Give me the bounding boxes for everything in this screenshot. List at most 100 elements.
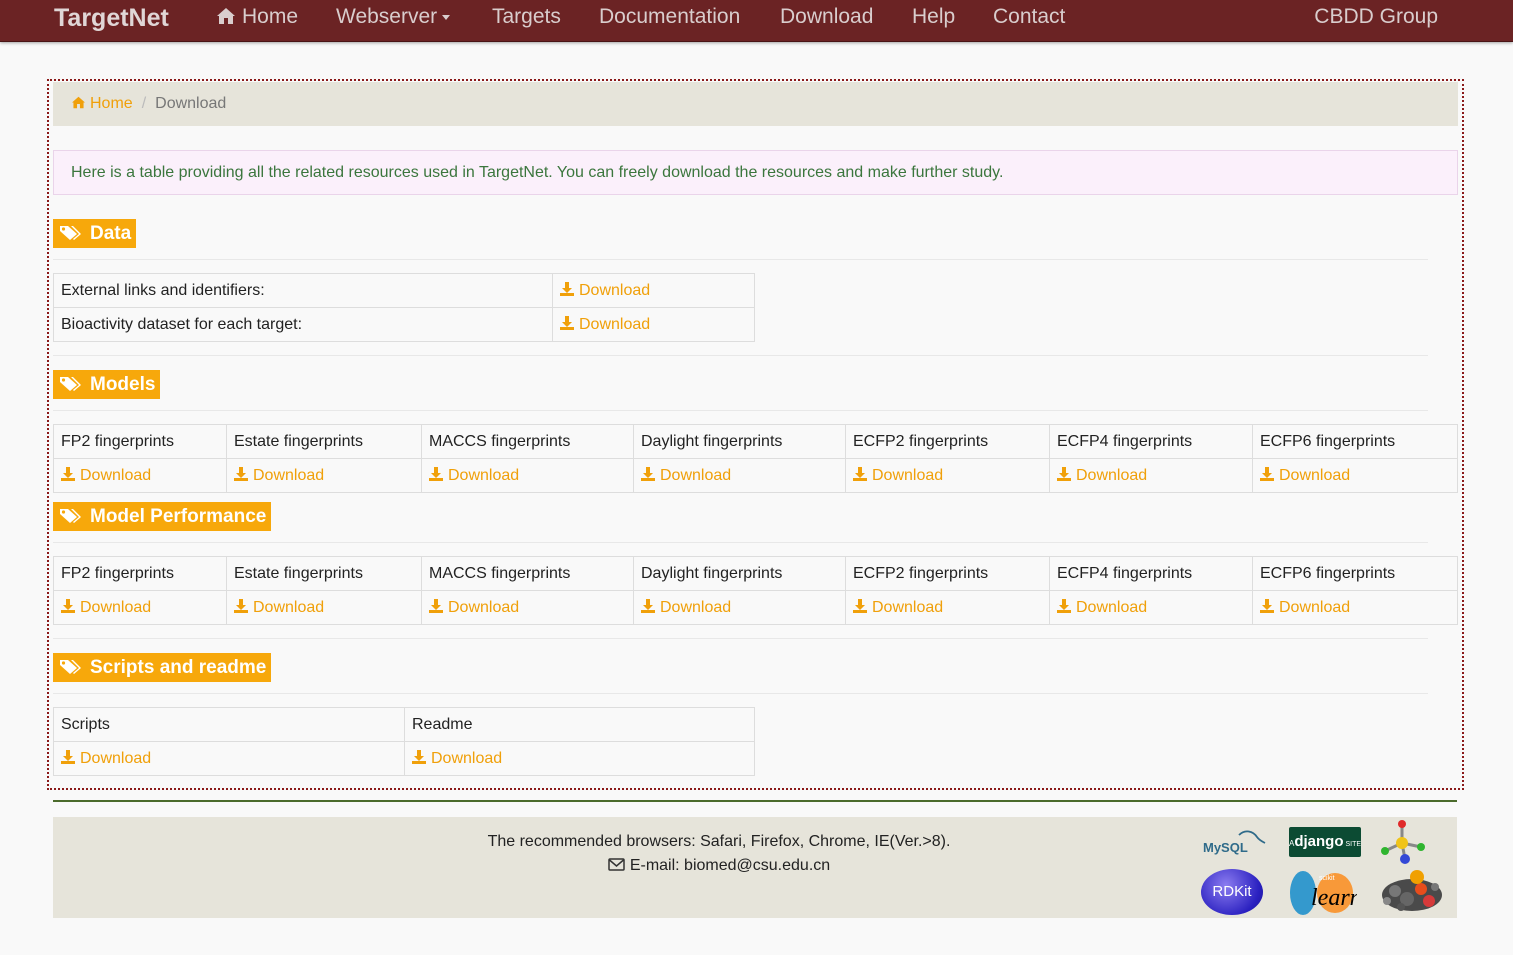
download-icon <box>560 281 574 296</box>
download-link[interactable]: Download <box>641 466 731 484</box>
table-cell: Download <box>633 590 846 625</box>
download-icon <box>641 466 655 481</box>
download-link[interactable]: Download <box>1260 598 1350 616</box>
download-icon <box>234 598 248 613</box>
download-label: Download <box>80 598 152 616</box>
table-row: Download Download <box>53 741 755 776</box>
nav-webserver[interactable]: Webserver <box>336 4 451 30</box>
download-link[interactable]: Download <box>1057 466 1148 484</box>
nav-download[interactable]: Download <box>780 4 873 30</box>
tags-icon <box>60 377 81 391</box>
download-link[interactable]: Download <box>61 598 152 616</box>
django-logo: Adjango SITE <box>1289 827 1361 857</box>
download-label: Download <box>80 466 152 484</box>
contact-email-label: E-mail: biomed@csu.edu.cn <box>629 857 831 874</box>
table-cell: Download <box>845 458 1050 493</box>
top-navbar: TargetNet Home Webserver Targets Documen… <box>0 0 1513 42</box>
scikit-learn-logo: scikit learn <box>1290 871 1357 915</box>
download-icon <box>1057 466 1071 481</box>
download-link[interactable]: Download <box>853 598 943 616</box>
nav-webserver-label: Webserver <box>336 5 438 28</box>
footer-divider <box>53 800 1457 802</box>
table-header-cell: FP2 fingerprints <box>53 424 227 459</box>
table-header-cell: ECFP4 fingerprints <box>1049 556 1253 591</box>
download-icon <box>61 749 75 764</box>
nav-home-label: Home <box>242 5 299 28</box>
download-link[interactable]: Download <box>61 466 152 484</box>
nav-contact[interactable]: Contact <box>993 4 1065 30</box>
table-cell: Download <box>53 458 227 493</box>
section-models-title: Models <box>90 374 156 395</box>
table-header-cell: Estate fingerprints <box>226 424 422 459</box>
tags-icon <box>60 660 81 674</box>
info-alert: Here is a table providing all the relate… <box>53 150 1458 195</box>
download-link[interactable]: Download <box>412 749 503 767</box>
table-cell: Download <box>53 590 227 625</box>
table-cell: Download <box>226 590 422 625</box>
section-divider <box>53 259 1428 260</box>
table-cell: Download <box>633 458 846 493</box>
download-label: Download <box>1076 598 1148 616</box>
section-divider <box>53 638 1428 639</box>
download-label: Download <box>579 281 651 299</box>
section-scripts-heading: Scripts and readme <box>53 653 272 682</box>
table-cell: Download <box>1252 458 1458 493</box>
main-container: Home / Download Here is a table providing … <box>47 79 1464 790</box>
download-icon <box>61 466 75 481</box>
nav-targets[interactable]: Targets <box>492 4 561 30</box>
recommended-browsers: The recommended browsers: Safari, Firefo… <box>487 833 951 850</box>
table-row: Download Download Download Download Down… <box>53 458 1458 493</box>
download-icon <box>429 598 443 613</box>
table-row: External links and identifiers: Download <box>53 273 755 308</box>
download-link[interactable]: Download <box>641 598 731 616</box>
scripts-table: Scripts Readme Download Download <box>53 707 755 776</box>
nav-documentation[interactable]: Documentation <box>599 4 740 30</box>
download-label: Download <box>431 749 503 767</box>
table-header-cell: Readme <box>404 707 755 742</box>
breadcrumb-home-link[interactable]: Home <box>71 95 133 112</box>
download-link[interactable]: Download <box>1260 466 1350 484</box>
download-link[interactable]: Download <box>560 281 651 299</box>
table-cell: Download <box>421 458 634 493</box>
contact-email[interactable]: E-mail: biomed@csu.edu.cn <box>53 854 1385 878</box>
download-icon <box>412 749 426 764</box>
rdkit-logo: RDKit <box>1201 869 1263 915</box>
section-data-heading: Data <box>53 219 137 248</box>
download-link[interactable]: Download <box>234 598 325 616</box>
scikit-learn-prefix: scikit <box>1319 875 1335 882</box>
download-icon <box>429 466 443 481</box>
home-icon <box>217 8 235 24</box>
download-label: Download <box>448 466 520 484</box>
download-icon <box>1057 598 1071 613</box>
download-icon <box>61 598 75 613</box>
download-link[interactable]: Download <box>853 466 943 484</box>
download-label: Download <box>253 466 325 484</box>
caret-down-icon <box>442 14 451 20</box>
table-cell: Download <box>1049 458 1253 493</box>
table-header-cell: MACCS fingerprints <box>421 424 634 459</box>
download-link[interactable]: Download <box>234 466 325 484</box>
table-header-cell: ECFP4 fingerprints <box>1049 424 1253 459</box>
models-table: FP2 fingerprints Estate fingerprints MAC… <box>53 424 1458 493</box>
table-header-cell: MACCS fingerprints <box>421 556 634 591</box>
brand-logo[interactable]: TargetNet <box>54 3 169 33</box>
download-link[interactable]: Download <box>429 466 520 484</box>
nav-cbdd-group[interactable]: CBDD Group <box>1314 4 1438 30</box>
table-cell: Download <box>53 741 405 776</box>
table-header-cell: FP2 fingerprints <box>53 556 227 591</box>
nav-help[interactable]: Help <box>912 4 955 30</box>
footer-text: The recommended browsers: Safari, Firefo… <box>53 830 1385 878</box>
download-link[interactable]: Download <box>61 749 151 767</box>
download-label: Download <box>1076 466 1148 484</box>
breadcrumb-current: Download <box>155 95 227 112</box>
download-link[interactable]: Download <box>560 315 651 333</box>
download-label: Download <box>579 315 651 333</box>
nav-home[interactable]: Home <box>216 4 298 30</box>
section-scripts-title: Scripts and readme <box>90 657 267 678</box>
download-link[interactable]: Download <box>429 598 519 616</box>
download-label: Download <box>253 598 325 616</box>
section-data-title: Data <box>90 223 132 244</box>
table-cell: Download <box>845 590 1050 625</box>
section-divider <box>53 693 1428 694</box>
download-link[interactable]: Download <box>1057 598 1148 616</box>
